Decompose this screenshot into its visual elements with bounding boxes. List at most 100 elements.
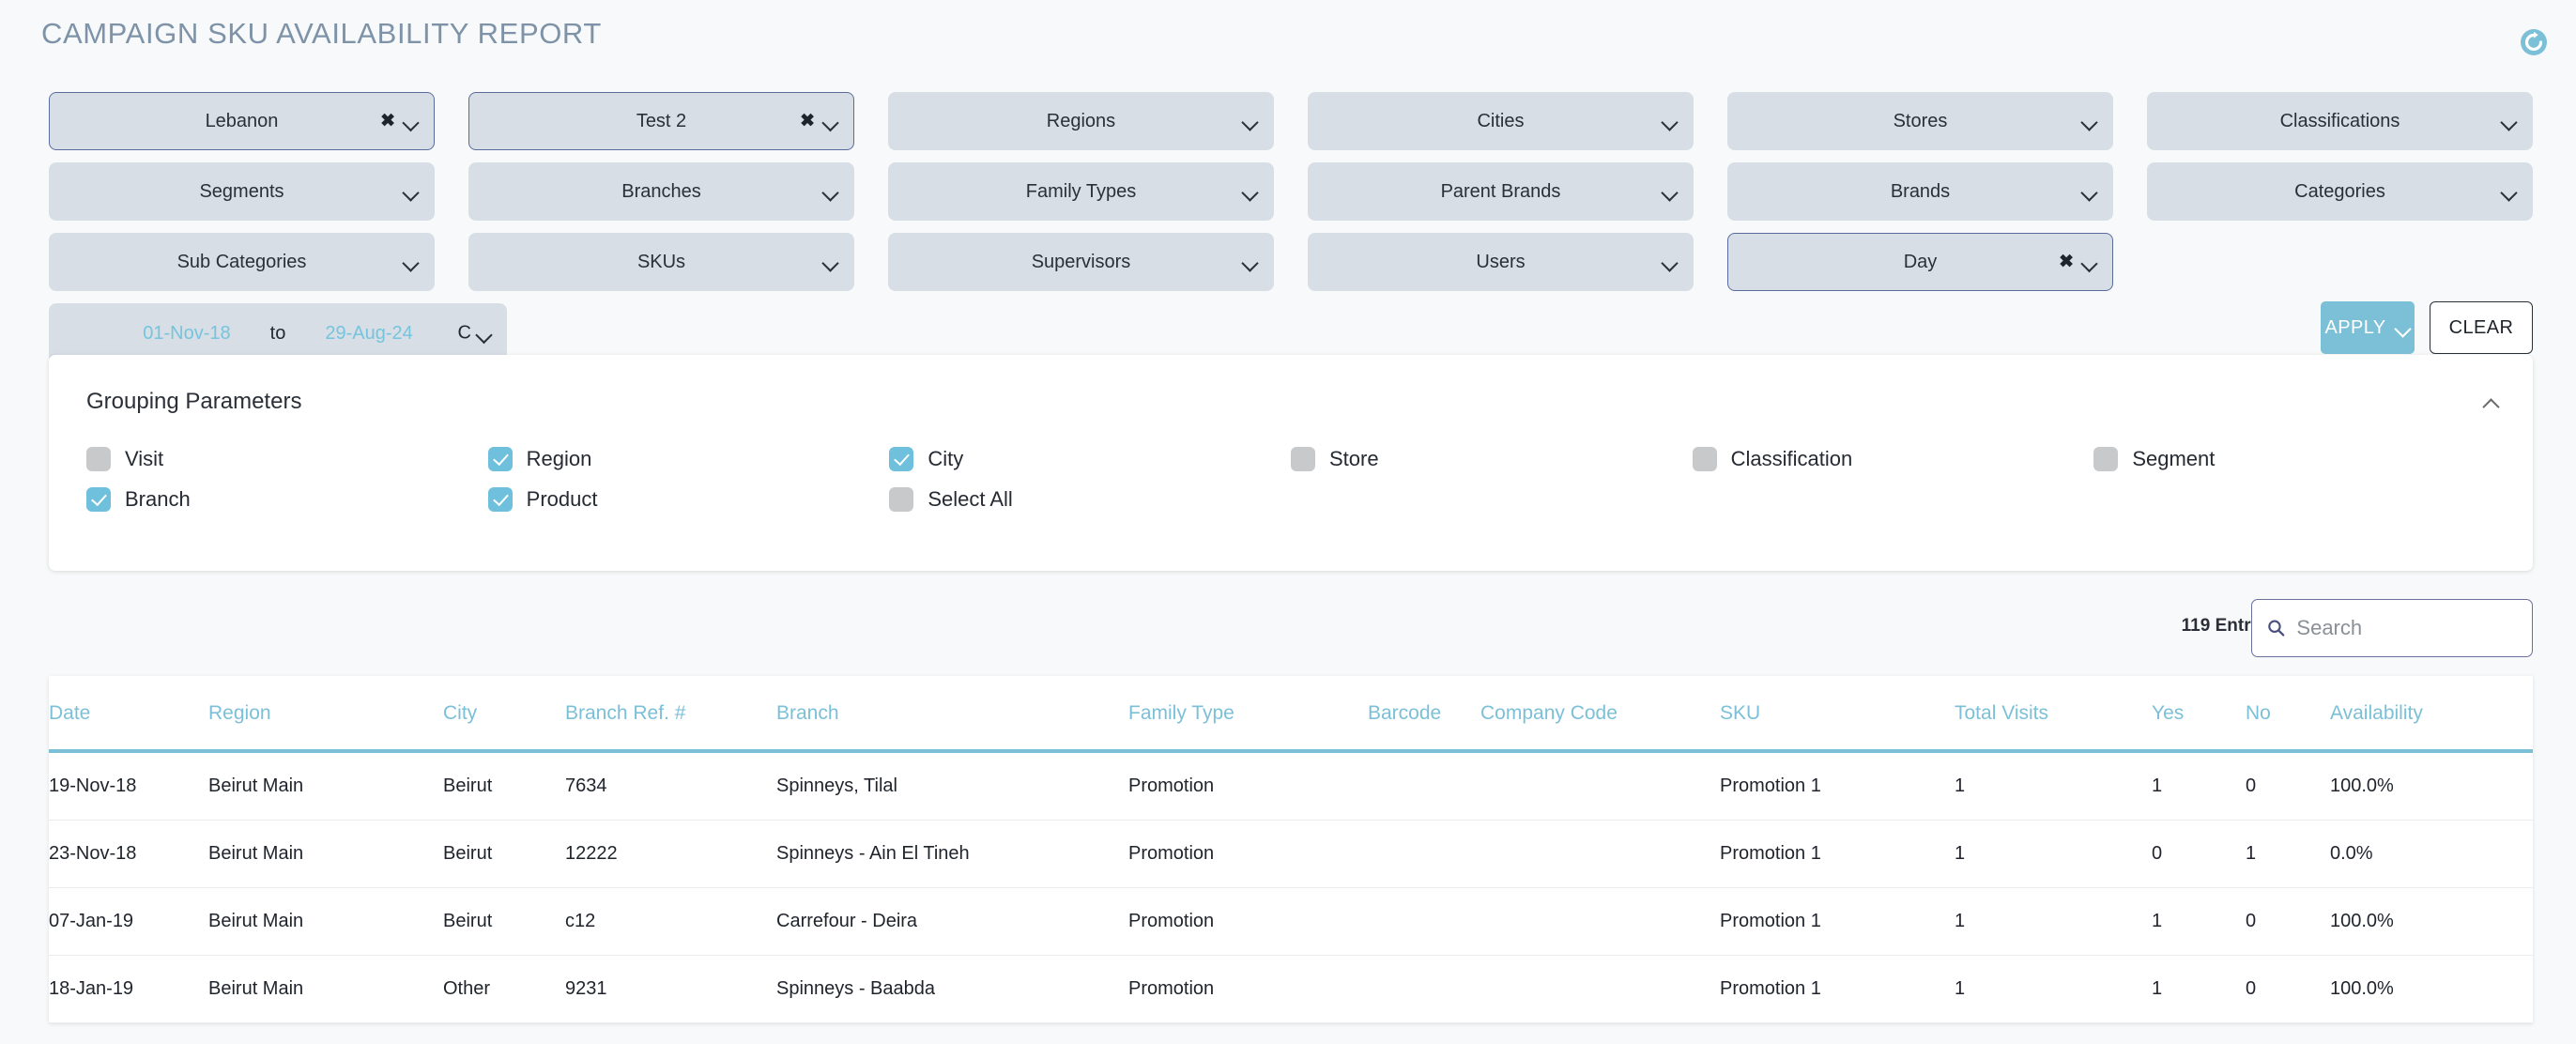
- grouping-option-store[interactable]: Store: [1291, 447, 1693, 471]
- table-body: 19-Nov-18Beirut MainBeirut7634Spinneys, …: [49, 751, 2533, 1023]
- cell-yes: 1: [2152, 751, 2246, 821]
- checkbox-unchecked-icon[interactable]: [2093, 447, 2118, 471]
- filter-dropdown-test-2[interactable]: Test 2✖: [468, 92, 854, 150]
- close-icon[interactable]: ✖: [380, 113, 395, 130]
- checkbox-unchecked-icon[interactable]: [86, 447, 111, 471]
- filter-dropdown-supervisors[interactable]: Supervisors: [888, 233, 1274, 291]
- cell-city: Beirut: [443, 821, 565, 888]
- grouping-option-product[interactable]: Product: [488, 487, 890, 512]
- search-box[interactable]: [2251, 599, 2533, 657]
- table-row[interactable]: 19-Nov-18Beirut MainBeirut7634Spinneys, …: [49, 751, 2533, 821]
- chevron-down-icon: [2395, 323, 2411, 332]
- cell-company-code: [1480, 751, 1720, 821]
- cell-no: 0: [2246, 956, 2330, 1023]
- checkbox-checked-icon[interactable]: [488, 487, 513, 512]
- apply-button[interactable]: APPLY: [2321, 301, 2415, 354]
- column-header-total-visits[interactable]: Total Visits: [1955, 676, 2152, 751]
- grouping-option-visit[interactable]: Visit: [86, 447, 488, 471]
- cell-company-code: [1480, 888, 1720, 956]
- column-header-family-type[interactable]: Family Type: [1128, 676, 1368, 751]
- filter-dropdown-segments[interactable]: Segments: [49, 162, 435, 221]
- cell-total-visits: 1: [1955, 956, 2152, 1023]
- checkbox-unchecked-icon[interactable]: [1693, 447, 1717, 471]
- checkbox-checked-icon[interactable]: [488, 447, 513, 471]
- cell-branch-ref: c12: [565, 888, 776, 956]
- checkbox-checked-icon[interactable]: [889, 447, 913, 471]
- chevron-down-icon: [2501, 187, 2517, 196]
- column-header-sku[interactable]: SKU: [1720, 676, 1955, 751]
- column-header-yes[interactable]: Yes: [2152, 676, 2246, 751]
- filter-dropdown-users[interactable]: Users: [1308, 233, 1694, 291]
- checkbox-unchecked-icon[interactable]: [889, 487, 913, 512]
- filter-dropdown-branches[interactable]: Branches: [468, 162, 854, 221]
- filter-dropdown-label: Users: [1476, 253, 1525, 271]
- cell-sku: Promotion 1: [1720, 888, 1955, 956]
- cell-barcode: [1368, 888, 1480, 956]
- collapse-toggle[interactable]: [2483, 394, 2499, 411]
- grouping-option-segment[interactable]: Segment: [2093, 447, 2495, 471]
- filter-dropdown-lebanon[interactable]: Lebanon ✖: [49, 92, 435, 150]
- filter-dropdown-icons: [1662, 116, 1678, 126]
- filter-dropdown-family-types[interactable]: Family Types: [888, 162, 1274, 221]
- filter-dropdown-classifications[interactable]: Classifications: [2147, 92, 2533, 150]
- column-header-city[interactable]: City: [443, 676, 565, 751]
- column-header-branch[interactable]: Branch: [776, 676, 1128, 751]
- cell-family-type: Promotion: [1128, 956, 1368, 1023]
- filter-dropdown-label: Lebanon: [206, 112, 279, 130]
- column-header-availability[interactable]: Availability: [2330, 676, 2533, 751]
- table-row[interactable]: 07-Jan-19Beirut MainBeirutc12Carrefour -…: [49, 888, 2533, 956]
- column-header-branch-ref[interactable]: Branch Ref. #: [565, 676, 776, 751]
- refresh-icon[interactable]: [2518, 26, 2550, 58]
- filter-dropdown-parent-brands[interactable]: Parent Brands: [1308, 162, 1694, 221]
- date-from[interactable]: 01-Nov-18: [143, 323, 230, 345]
- filter-dropdown-categories[interactable]: Categories: [2147, 162, 2533, 221]
- filter-dropdown-label: Supervisors: [1032, 253, 1131, 271]
- grouping-option-region[interactable]: Region: [488, 447, 890, 471]
- close-icon[interactable]: ✖: [800, 113, 815, 130]
- grouping-option-label: Store: [1329, 447, 1379, 471]
- filter-dropdown-label: Day: [1904, 253, 1938, 271]
- filter-dropdown-stores[interactable]: Stores: [1727, 92, 2113, 150]
- chevron-down-icon: [822, 257, 838, 267]
- filter-dropdown-icons: [1662, 187, 1678, 196]
- cell-no: 1: [2246, 821, 2330, 888]
- filter-dropdown-regions[interactable]: Regions: [888, 92, 1274, 150]
- chevron-down-icon: [1242, 257, 1258, 267]
- clear-button[interactable]: CLEAR: [2430, 301, 2533, 354]
- page-title: CAMPAIGN SKU AVAILABILITY REPORT: [41, 17, 602, 51]
- close-icon[interactable]: ✖: [2059, 253, 2074, 271]
- chevron-up-icon: [2483, 397, 2499, 407]
- checkbox-checked-icon[interactable]: [86, 487, 111, 512]
- grouping-option-branch[interactable]: Branch: [86, 487, 488, 512]
- filter-dropdown-icons: [2081, 116, 2097, 126]
- checkbox-unchecked-icon[interactable]: [1291, 447, 1315, 471]
- table-row[interactable]: 18-Jan-19Beirut MainOther9231Spinneys - …: [49, 956, 2533, 1023]
- grouping-option-select-all[interactable]: Select All: [889, 487, 1291, 512]
- filter-dropdown-label: Family Types: [1026, 182, 1136, 201]
- column-header-date[interactable]: Date: [49, 676, 208, 751]
- filter-dropdown-cities[interactable]: Cities: [1308, 92, 1694, 150]
- filter-dropdown-brands[interactable]: Brands: [1727, 162, 2113, 221]
- column-header-region[interactable]: Region: [208, 676, 443, 751]
- cell-branch-ref: 9231: [565, 956, 776, 1023]
- grouping-option-classification[interactable]: Classification: [1693, 447, 2094, 471]
- chevron-down-icon: [403, 116, 419, 126]
- table-row[interactable]: 23-Nov-18Beirut MainBeirut12222Spinneys …: [49, 821, 2533, 888]
- chevron-down-icon: [822, 187, 838, 196]
- column-header-no[interactable]: No: [2246, 676, 2330, 751]
- filter-dropdown-skus[interactable]: SKUs: [468, 233, 854, 291]
- date-until[interactable]: 29-Aug-24: [325, 323, 412, 345]
- grouping-option-label: Classification: [1731, 447, 1853, 471]
- chevron-down-icon: [476, 329, 492, 338]
- filter-dropdown-day[interactable]: Day ✖: [1727, 233, 2113, 291]
- grouping-option-city[interactable]: City: [889, 447, 1291, 471]
- search-input[interactable]: [2296, 616, 2517, 640]
- column-header-company-code[interactable]: Company Code: [1480, 676, 1720, 751]
- cell-date: 23-Nov-18: [49, 821, 208, 888]
- cell-date: 07-Jan-19: [49, 888, 208, 956]
- cell-no: 0: [2246, 751, 2330, 821]
- cell-family-type: Promotion: [1128, 821, 1368, 888]
- date-mode-selector[interactable]: C: [458, 323, 492, 345]
- column-header-barcode[interactable]: Barcode: [1368, 676, 1480, 751]
- filter-dropdown-sub-categories[interactable]: Sub Categories: [49, 233, 435, 291]
